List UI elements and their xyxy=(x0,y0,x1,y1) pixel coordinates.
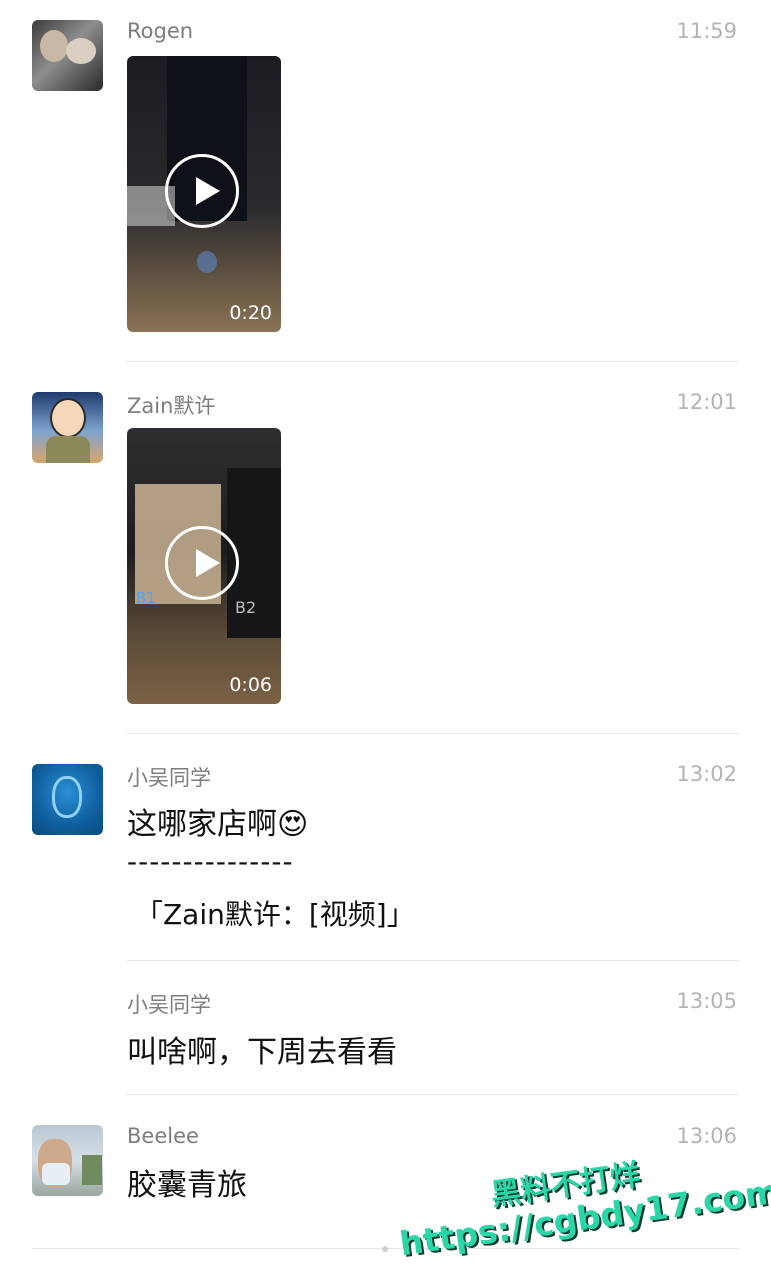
video-duration: 0:20 xyxy=(229,302,272,324)
avatar[interactable] xyxy=(32,1125,103,1196)
message-text: 这哪家店啊😍 xyxy=(127,807,309,842)
message-time: 13:05 xyxy=(676,989,737,1013)
play-icon[interactable] xyxy=(165,154,239,228)
video-duration: 0:06 xyxy=(229,674,272,696)
quoted-message[interactable]: 「Zain默许：[视频]」 xyxy=(135,893,415,933)
message-time: 12:01 xyxy=(676,390,737,414)
divider xyxy=(127,960,739,961)
scroll-indicator-dot xyxy=(382,1246,388,1252)
sender-name: 小吴同学 xyxy=(127,766,211,790)
sender-name: 小吴同学 xyxy=(127,993,211,1017)
divider xyxy=(127,361,739,362)
message-time: 11:59 xyxy=(676,19,737,43)
divider xyxy=(127,1094,739,1095)
message-time: 13:02 xyxy=(676,762,737,786)
quote-separator: --------------- xyxy=(127,845,294,878)
video-message[interactable]: 0:20 xyxy=(127,56,281,332)
pod-label-b2: B2 xyxy=(235,598,257,617)
avatar[interactable] xyxy=(32,764,103,835)
avatar[interactable] xyxy=(32,392,103,463)
sender-name: Rogen xyxy=(127,19,194,43)
play-icon[interactable] xyxy=(165,526,239,600)
avatar[interactable] xyxy=(32,20,103,91)
sender-name: Beelee xyxy=(127,1124,199,1148)
pod-label-b1: B1 xyxy=(136,589,156,607)
message-text: 胶囊青旅 xyxy=(127,1168,247,1203)
message-text: 叫啥啊，下周去看看 xyxy=(127,1035,397,1070)
message-time: 13:06 xyxy=(676,1124,737,1148)
divider xyxy=(127,733,739,734)
video-message[interactable]: B1 B2 0:06 xyxy=(127,428,281,704)
sender-name: Zain默许 xyxy=(127,394,216,418)
